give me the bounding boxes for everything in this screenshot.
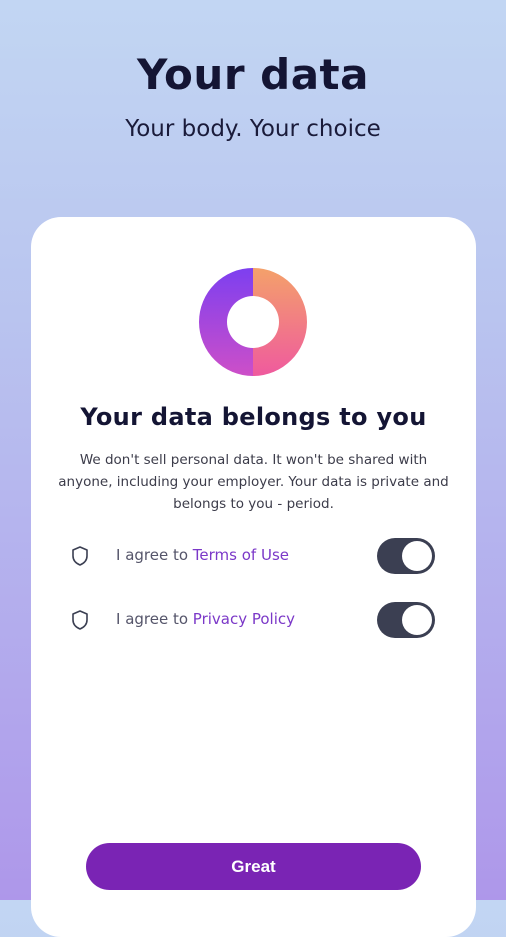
privacy-toggle[interactable] <box>377 602 435 638</box>
great-button[interactable]: Great <box>86 843 421 890</box>
privacy-policy-link[interactable]: Privacy Policy <box>193 610 295 628</box>
page-title: Your data <box>137 50 369 99</box>
terms-agreement-row: I agree to Terms of Use <box>66 536 441 576</box>
terms-of-use-link[interactable]: Terms of Use <box>193 546 289 564</box>
shield-icon <box>72 546 88 566</box>
terms-toggle[interactable] <box>377 538 435 574</box>
agree-prefix: I agree to <box>116 610 193 628</box>
agree-prefix: I agree to <box>116 546 193 564</box>
card-description: We don't sell personal data. It won't be… <box>58 452 449 512</box>
privacy-agreement-text: I agree to Privacy Policy <box>116 610 295 628</box>
donut-logo-icon <box>199 268 307 376</box>
card-title: Your data belongs to you <box>80 403 427 431</box>
terms-agreement-text: I agree to Terms of Use <box>116 546 289 564</box>
page-subtitle: Your body. Your choice <box>125 116 381 142</box>
shield-icon <box>72 610 88 630</box>
toggle-knob <box>402 541 432 571</box>
toggle-knob <box>402 605 432 635</box>
privacy-agreement-row: I agree to Privacy Policy <box>66 600 441 640</box>
